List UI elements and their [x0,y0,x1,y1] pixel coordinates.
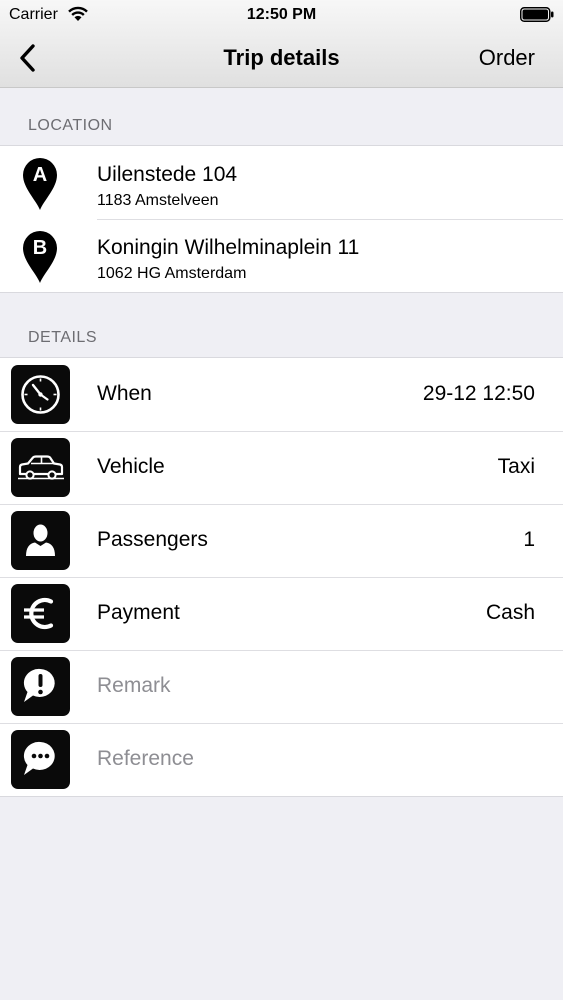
detail-label: Payment [97,601,180,624]
pickup-city: 1183 Amstelveen [97,192,219,209]
reference-field: Reference [97,747,194,770]
remark-icon [11,657,70,716]
detail-row-payment[interactable]: Payment Cash [0,577,563,650]
reference-icon [11,730,70,789]
taxi-icon [11,438,70,497]
detail-row-vehicle[interactable]: Vehicle Taxi [0,431,563,504]
location-row-destination[interactable]: B Koningin Wilhelminaplein 11 1062 HG Am… [0,219,563,292]
location-section-header: LOCATION [28,117,113,134]
destination-street: Koningin Wilhelminaplein 11 [97,236,360,259]
pin-letter: B [32,237,48,259]
detail-value: Taxi [497,455,535,478]
detail-label: Vehicle [97,455,165,478]
detail-label: When [97,382,152,405]
battery-icon [520,7,554,22]
details-section-header: DETAILS [28,329,97,346]
status-time: 12:50 PM [246,6,317,23]
status-bar: Carrier 12:50 PM [0,0,563,30]
navigation-bar: Carrier 12:50 PM Trip details Order [0,0,563,88]
location-group: A Uilenstede 104 1183 Amstelveen B Konin… [0,145,563,293]
detail-row-passengers[interactable]: Passengers 1 [0,504,563,577]
detail-value: 29-12 12:50 [422,382,535,405]
details-group: When 29-12 12:50 Vehicle Taxi Passengers… [0,357,563,797]
remark-field: Remark [97,674,171,697]
detail-value: 1 [523,528,535,551]
detail-row-reference[interactable]: Reference [0,723,563,796]
detail-label: Passengers [97,528,208,551]
destination-city: 1062 HG Amsterdam [97,265,247,282]
detail-row-remark[interactable]: Remark [0,650,563,723]
clock-icon [11,365,70,424]
passenger-icon [11,511,70,570]
detail-row-when[interactable]: When 29-12 12:50 [0,358,563,431]
pickup-street: Uilenstede 104 [97,163,238,186]
location-row-pickup[interactable]: A Uilenstede 104 1183 Amstelveen [0,146,563,219]
order-button[interactable]: Order [479,45,535,71]
pin-letter: A [32,164,48,186]
euro-icon [11,584,70,643]
detail-value: Cash [485,601,535,624]
